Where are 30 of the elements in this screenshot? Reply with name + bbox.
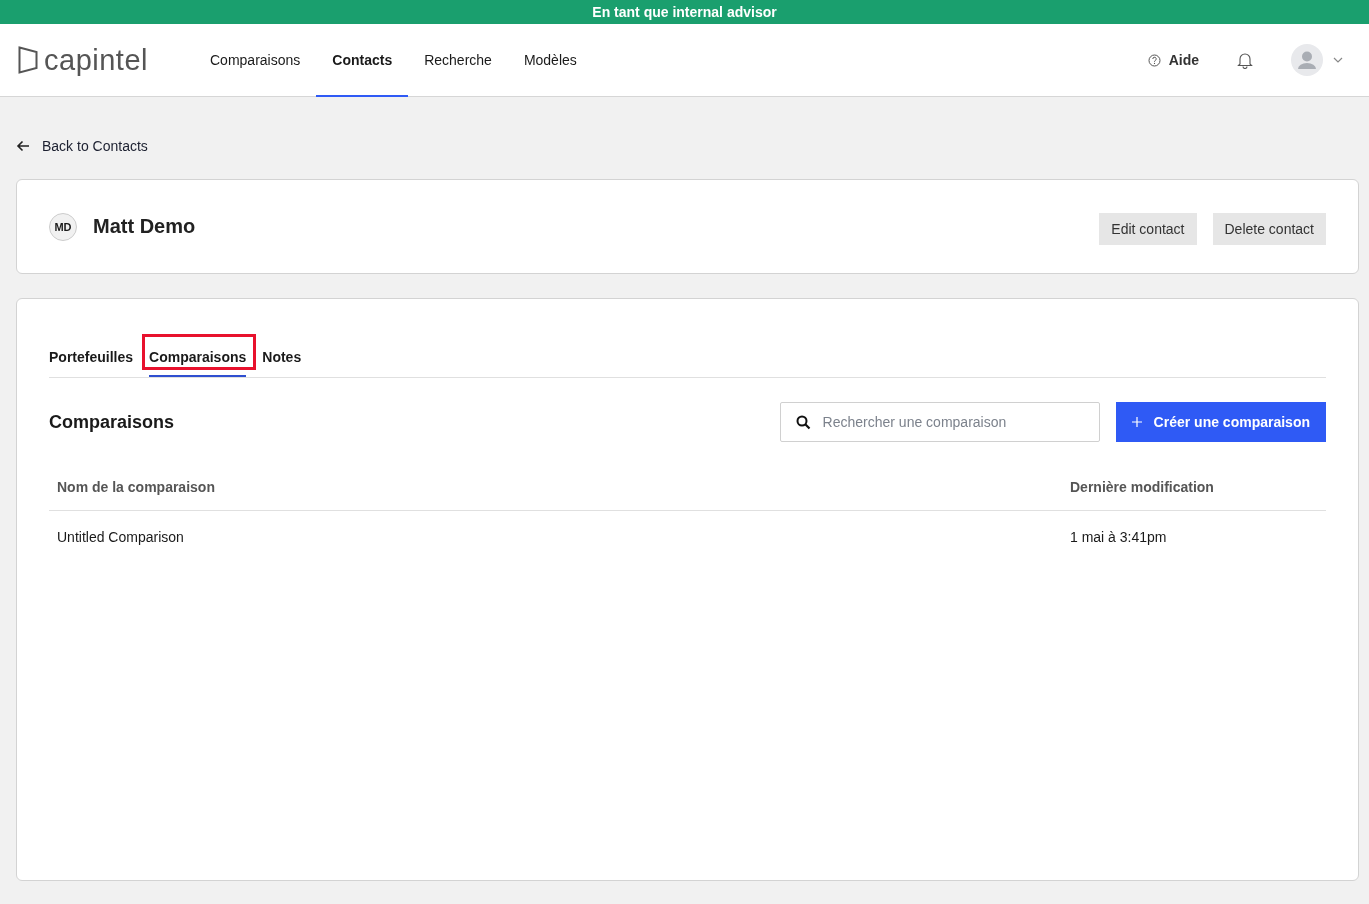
table-cell: Untitled Comparison [49, 510, 1062, 563]
chevron-down-icon [1333, 57, 1343, 63]
section-title: Comparaisons [49, 411, 176, 433]
plus-icon [1131, 417, 1142, 427]
arrow-left-icon [16, 140, 30, 152]
avatar-icon [1291, 44, 1323, 76]
logo-icon [18, 46, 38, 74]
search-field[interactable]: Rechercher une comparaison [779, 402, 1100, 442]
column-header: Nom de la comparaison [49, 464, 1062, 511]
role-banner: En tant que internal advisor [0, 0, 1369, 24]
help-icon [1147, 53, 1161, 67]
nav-link[interactable]: Contacts [316, 24, 409, 97]
tab[interactable]: Comparaisons [149, 348, 247, 377]
nav-link[interactable]: Recherche [408, 24, 508, 97]
column-header: Dernière modification [1062, 464, 1326, 511]
search-icon [795, 415, 811, 430]
initials-avatar: MD [49, 212, 77, 241]
back-link[interactable]: Back to Contacts [16, 137, 148, 155]
table-cell: 1 mai à 3:41pm [1062, 510, 1326, 563]
bell-icon[interactable] [1237, 51, 1253, 69]
contact-name: Matt Demo [93, 215, 196, 238]
nav-link[interactable]: Comparaisons [194, 24, 317, 97]
create-comparison-button[interactable]: Créer une comparaison [1115, 402, 1326, 442]
nav-link[interactable]: Modèles [507, 24, 593, 97]
help-link[interactable]: Aide [1147, 52, 1199, 68]
tab[interactable]: Portefeuilles [49, 348, 134, 377]
tab[interactable]: Notes [262, 348, 302, 377]
contact-action-button[interactable]: Edit contact [1099, 212, 1197, 245]
contact-action-button[interactable]: Delete contact [1212, 212, 1326, 245]
logo-wordmark: capintel [44, 43, 148, 77]
